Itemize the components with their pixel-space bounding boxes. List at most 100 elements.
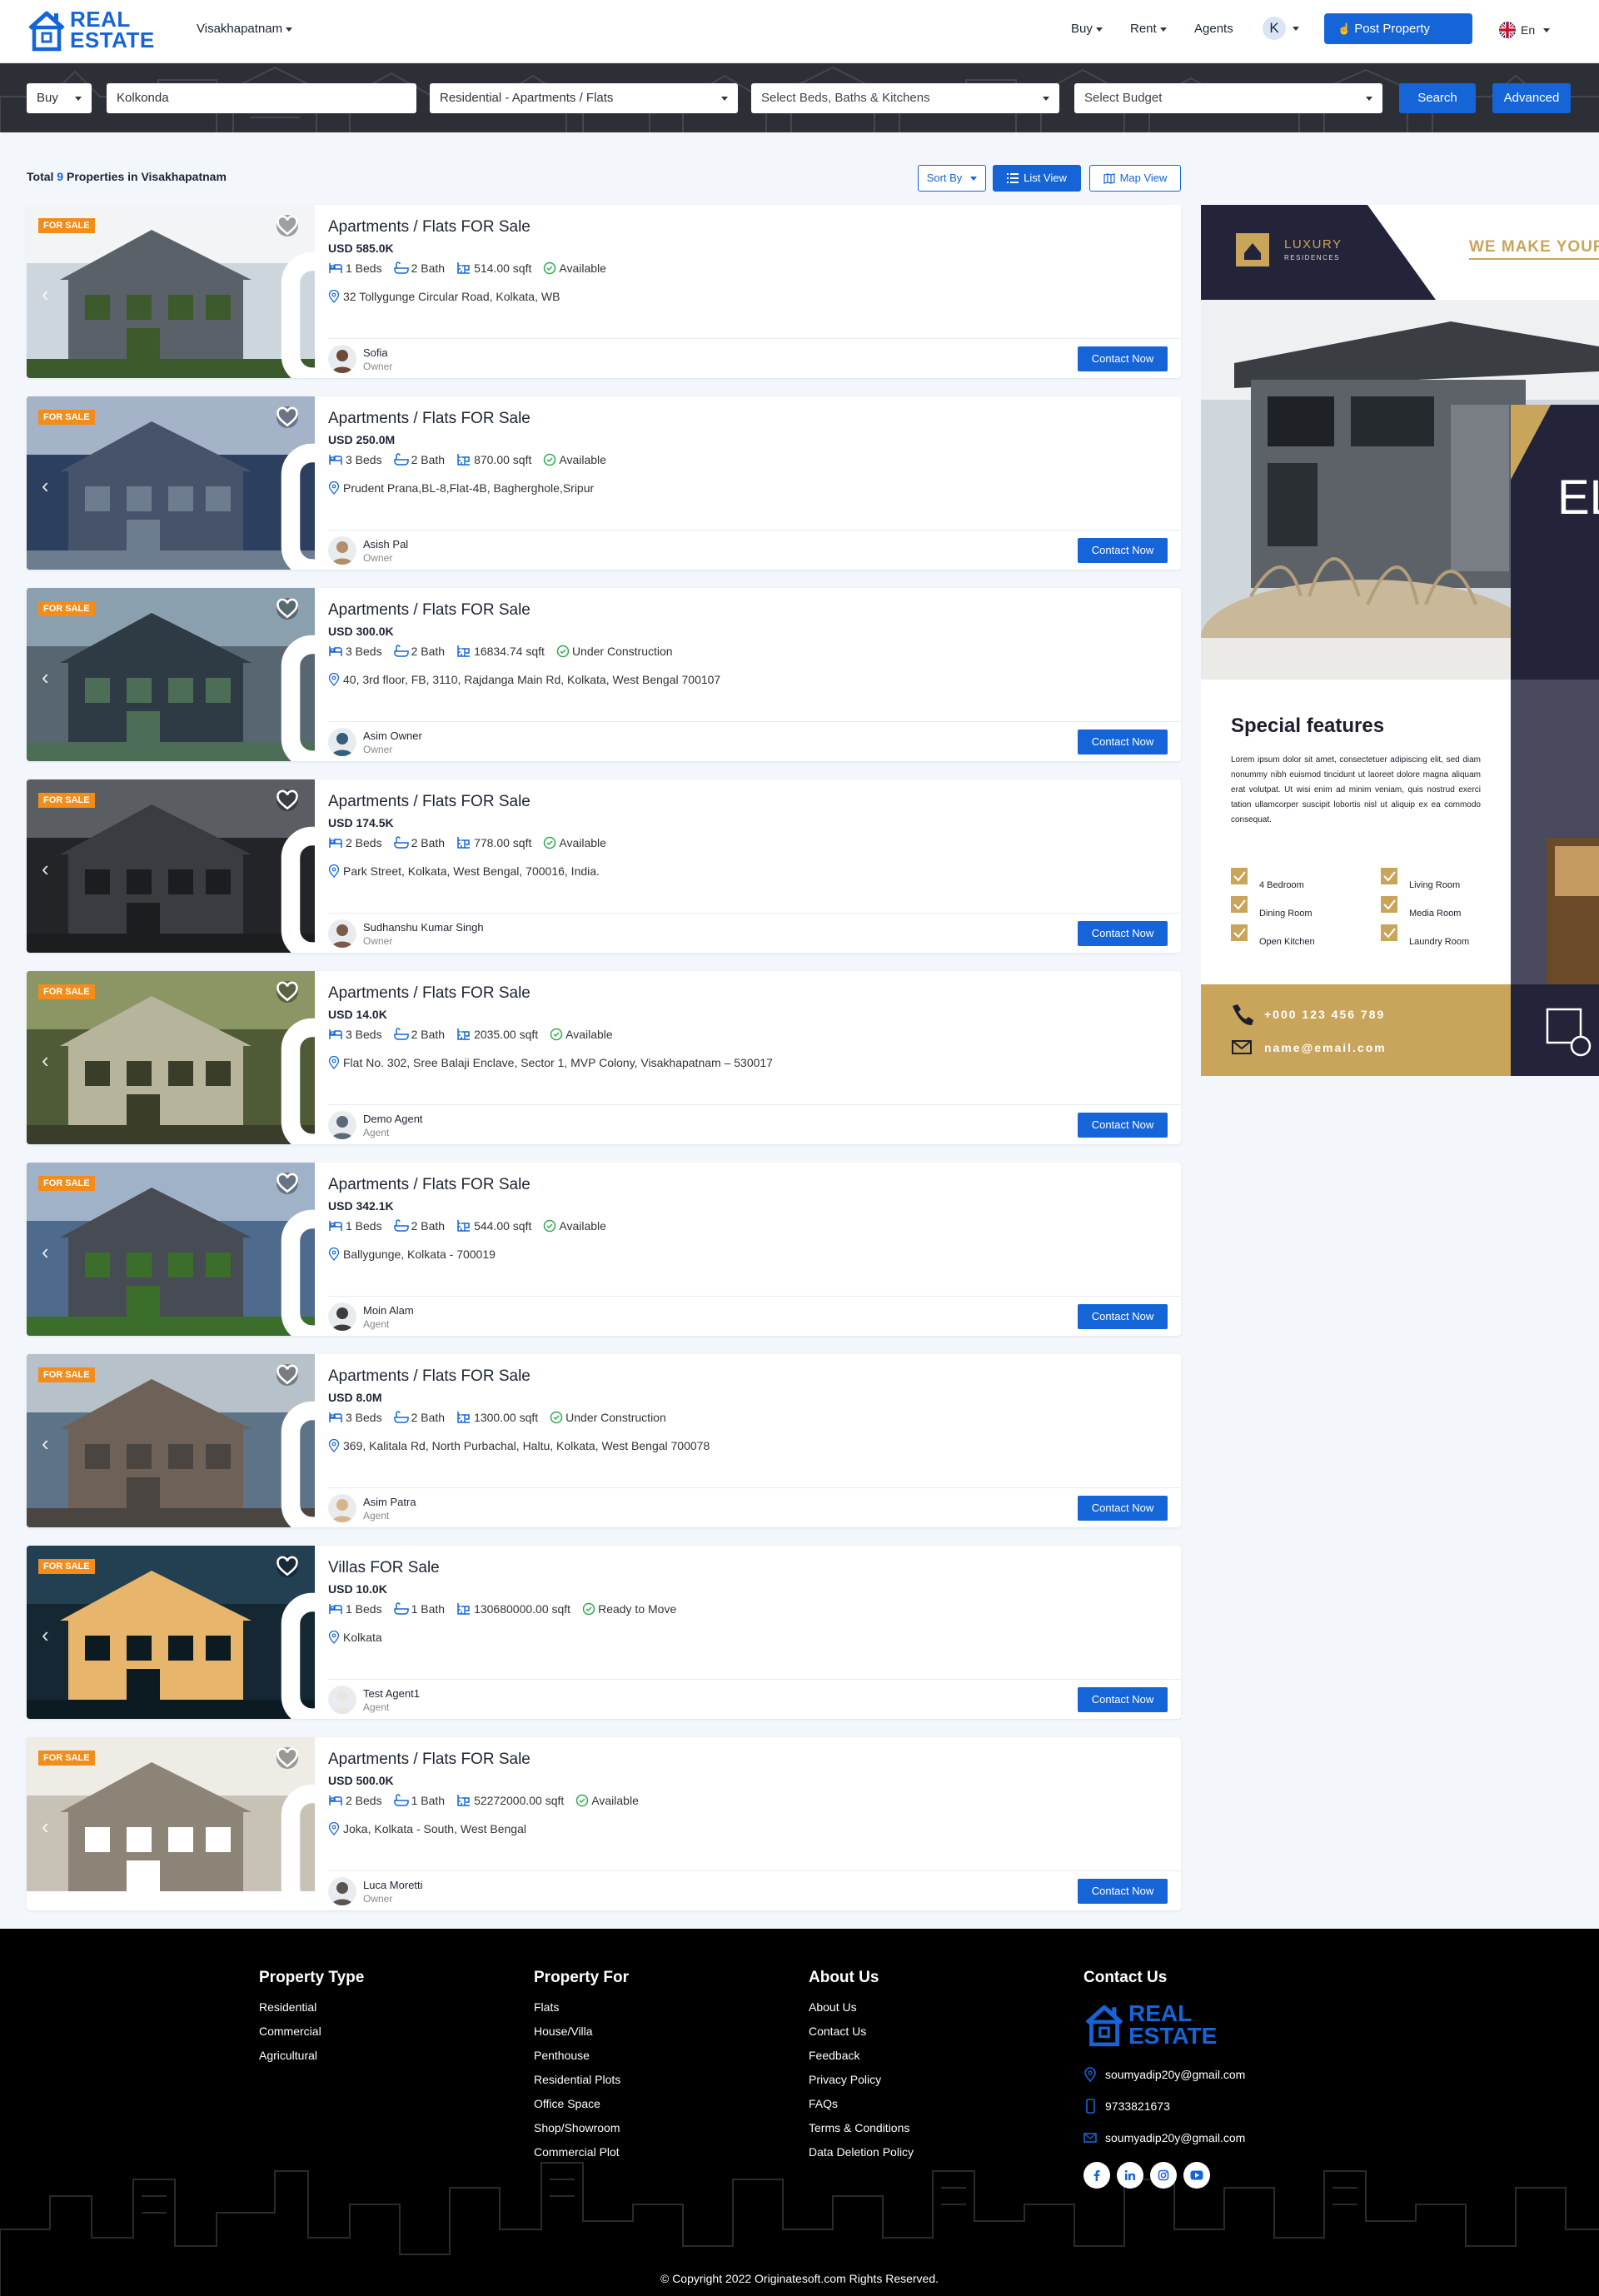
property-photo[interactable]: FOR SALE 8 ‹ › (27, 1354, 315, 1527)
contact-now-button[interactable]: Contact Now (1078, 730, 1168, 755)
footer-phone[interactable]: 9733821673 (1083, 2099, 1245, 2114)
nav-buy[interactable]: Buy (1071, 22, 1103, 36)
instagram-icon[interactable] (1150, 2162, 1177, 2189)
footer-email-2[interactable]: soumyadip20y@gmail.com (1083, 2130, 1245, 2145)
chevron-left-icon[interactable]: ‹ (42, 473, 49, 499)
chevron-left-icon[interactable]: ‹ (42, 856, 49, 882)
owner-info[interactable]: Demo Agent Agent (328, 1111, 423, 1139)
chevron-right-icon[interactable]: › (285, 1048, 292, 1073)
favorite-button[interactable] (276, 981, 298, 1003)
contact-now-button[interactable]: Contact Now (1078, 1496, 1168, 1521)
footer-link[interactable]: Office Space (534, 2097, 629, 2110)
property-photo[interactable]: FOR SALE 8 ‹ › (27, 205, 315, 378)
property-photo[interactable]: FOR SALE 8 ‹ › (27, 779, 315, 953)
favorite-button[interactable] (276, 1173, 298, 1194)
owner-info[interactable]: Asim Patra Agent (328, 1494, 416, 1522)
property-title[interactable]: Apartments / Flats FOR Sale (328, 601, 531, 620)
footer-link[interactable]: Agricultural (259, 2049, 364, 2062)
chevron-left-icon[interactable]: ‹ (42, 1622, 49, 1648)
property-card[interactable]: FOR SALE 2 ‹ › Apartments / Flats FOR Sa… (27, 971, 1181, 1144)
chevron-left-icon[interactable]: ‹ (42, 1048, 49, 1073)
property-title[interactable]: Apartments / Flats FOR Sale (328, 984, 531, 1003)
contact-now-button[interactable]: Contact Now (1078, 1304, 1168, 1329)
sort-by-button[interactable]: Sort By (918, 165, 986, 192)
property-title[interactable]: Apartments / Flats FOR Sale (328, 793, 531, 811)
footer-link[interactable]: Penthouse (534, 2049, 629, 2062)
footer-link[interactable]: Residential (259, 2000, 364, 2014)
mode-select[interactable]: Buy (27, 83, 92, 113)
budget-select[interactable]: Select Budget (1074, 83, 1382, 113)
chevron-right-icon[interactable]: › (285, 473, 292, 499)
property-type-select[interactable]: Residential - Apartments / Flats (430, 83, 738, 113)
property-title[interactable]: Villas FOR Sale (328, 1559, 440, 1577)
footer-link[interactable]: Data Deletion Policy (809, 2145, 914, 2159)
chevron-right-icon[interactable]: › (285, 1622, 292, 1648)
facebook-icon[interactable] (1083, 2162, 1110, 2189)
property-title[interactable]: Apartments / Flats FOR Sale (328, 1176, 531, 1194)
chevron-left-icon[interactable]: ‹ (42, 1431, 49, 1457)
property-card[interactable]: FOR SALE 1 ‹ › Apartments / Flats FOR Sa… (27, 1737, 1181, 1910)
property-title[interactable]: Apartments / Flats FOR Sale (328, 1751, 531, 1769)
property-card[interactable]: FOR SALE 8 ‹ › Apartments / Flats FOR Sa… (27, 1163, 1181, 1336)
footer-link[interactable]: Feedback (809, 2049, 914, 2062)
property-title[interactable]: Apartments / Flats FOR Sale (328, 1367, 531, 1386)
chevron-right-icon[interactable]: › (285, 1814, 292, 1840)
location-input[interactable]: Kolkonda (107, 83, 416, 113)
footer-link[interactable]: Shop/Showroom (534, 2121, 629, 2134)
owner-info[interactable]: Asish Pal Owner (328, 536, 408, 565)
footer-link[interactable]: House/Villa (534, 2025, 629, 2038)
chevron-left-icon[interactable]: ‹ (42, 665, 49, 690)
footer-link[interactable]: FAQs (809, 2097, 914, 2110)
contact-now-button[interactable]: Contact Now (1078, 1879, 1168, 1904)
property-card[interactable]: FOR SALE 19 ‹ › Apartments / Flats FOR S… (27, 588, 1181, 761)
post-property-button[interactable]: ☝ Post Property (1324, 13, 1472, 44)
property-photo[interactable]: FOR SALE 19 ‹ › (27, 588, 315, 761)
favorite-button[interactable] (276, 1556, 298, 1577)
map-view-button[interactable]: Map View (1089, 165, 1181, 192)
footer-email[interactable]: soumyadip20y@gmail.com (1083, 2067, 1245, 2082)
contact-now-button[interactable]: Contact Now (1078, 538, 1168, 563)
favorite-button[interactable] (276, 406, 298, 428)
footer-link[interactable]: Residential Plots (534, 2073, 629, 2086)
contact-now-button[interactable]: Contact Now (1078, 921, 1168, 946)
advanced-button[interactable]: Advanced (1492, 83, 1571, 113)
chevron-left-icon[interactable]: ‹ (42, 281, 49, 307)
chevron-right-icon[interactable]: › (285, 281, 292, 307)
footer-logo[interactable]: REAL ESTATE (1083, 2000, 1245, 2049)
property-photo[interactable]: FOR SALE 2 ‹ › (27, 971, 315, 1144)
chevron-right-icon[interactable]: › (285, 856, 292, 882)
search-button[interactable]: Search (1399, 83, 1476, 113)
owner-info[interactable]: Sofia Owner (328, 345, 392, 373)
chevron-left-icon[interactable]: ‹ (42, 1814, 49, 1840)
chevron-left-icon[interactable]: ‹ (42, 1239, 49, 1265)
chevron-down-icon[interactable] (1293, 27, 1299, 31)
property-card[interactable]: FOR SALE 8 ‹ › Apartments / Flats FOR Sa… (27, 1354, 1181, 1527)
property-card[interactable]: FOR SALE 2 ‹ › Villas FOR Sale USD 10.0K (27, 1546, 1181, 1719)
chevron-right-icon[interactable]: › (285, 665, 292, 690)
property-photo[interactable]: FOR SALE 22 ‹ › (27, 396, 315, 570)
property-card[interactable]: FOR SALE 8 ‹ › Apartments / Flats FOR Sa… (27, 779, 1181, 953)
list-view-button[interactable]: List View (993, 165, 1081, 192)
city-selector[interactable]: Visakhapatnam (197, 22, 293, 36)
footer-link[interactable]: Terms & Conditions (809, 2121, 914, 2134)
nav-agents[interactable]: Agents (1194, 22, 1233, 36)
favorite-button[interactable] (276, 1747, 298, 1769)
favorite-button[interactable] (276, 598, 298, 620)
property-card[interactable]: FOR SALE 22 ‹ › Apartments / Flats FOR S… (27, 396, 1181, 570)
chevron-right-icon[interactable]: › (285, 1431, 292, 1457)
favorite-button[interactable] (276, 1364, 298, 1386)
property-photo[interactable]: FOR SALE 8 ‹ › (27, 1163, 315, 1336)
luxury-residences-ad[interactable]: LUXURY RESIDENCES WE MAKE YOUR EL Specia… (1201, 205, 1599, 1076)
language-selector[interactable]: En (1499, 22, 1551, 38)
user-avatar[interactable]: K (1263, 17, 1286, 40)
footer-link[interactable]: Privacy Policy (809, 2073, 914, 2086)
contact-now-button[interactable]: Contact Now (1078, 1687, 1168, 1712)
owner-info[interactable]: Asim Owner Owner (328, 728, 422, 756)
property-title[interactable]: Apartments / Flats FOR Sale (328, 218, 531, 237)
linkedin-icon[interactable] (1117, 2162, 1143, 2189)
property-title[interactable]: Apartments / Flats FOR Sale (328, 410, 531, 428)
property-card[interactable]: FOR SALE 8 ‹ › Apartments / Flats FOR Sa… (27, 205, 1181, 378)
youtube-icon[interactable] (1183, 2162, 1210, 2189)
footer-link[interactable]: Commercial (259, 2025, 364, 2038)
property-photo[interactable]: FOR SALE 2 ‹ › (27, 1546, 315, 1719)
